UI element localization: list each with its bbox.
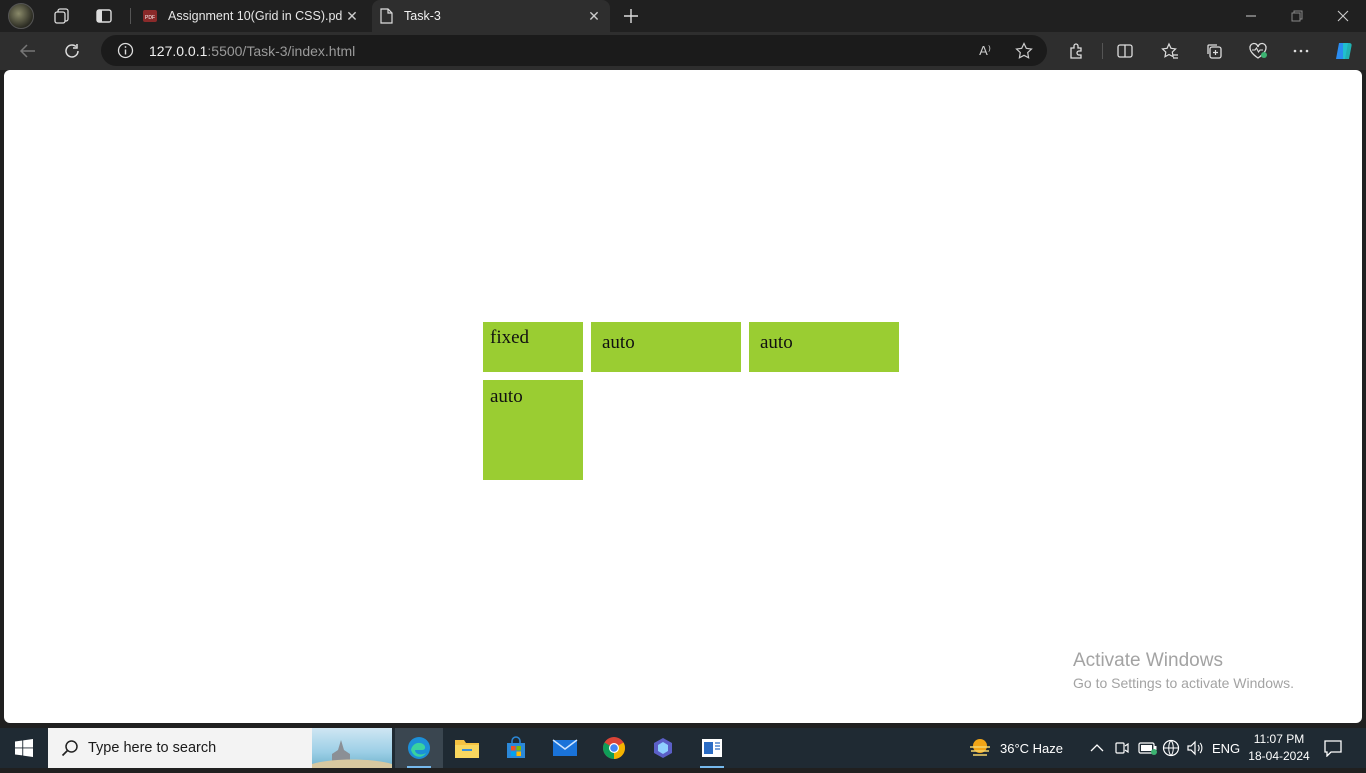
- more-options-icon[interactable]: [1290, 40, 1312, 62]
- tab-task-3[interactable]: Task-3 ✕: [372, 0, 610, 32]
- url-text[interactable]: 127.0.0.1:5500/Task-3/index.html: [149, 43, 355, 59]
- page-icon: [378, 8, 394, 24]
- start-button[interactable]: [0, 728, 48, 768]
- pdf-icon: PDF: [142, 8, 158, 24]
- restore-button[interactable]: [1274, 0, 1320, 32]
- tab-actions-icon[interactable]: [94, 6, 114, 26]
- copilot-icon[interactable]: [1332, 40, 1354, 62]
- collections-icon[interactable]: [1203, 40, 1225, 62]
- volume-icon[interactable]: [1186, 728, 1204, 768]
- notification-icon: [1324, 740, 1342, 757]
- chevron-up-icon: [1090, 744, 1104, 752]
- grid-item-fixed: fixed: [483, 322, 583, 372]
- minimize-button[interactable]: [1228, 0, 1274, 32]
- workspaces-icon[interactable]: [52, 6, 72, 26]
- toolbar-separator: [1102, 43, 1103, 59]
- url-path: :5500/Task-3/index.html: [207, 43, 356, 59]
- close-window-button[interactable]: [1320, 0, 1366, 32]
- taskbar-chrome[interactable]: [590, 728, 638, 768]
- weather-widget[interactable]: 36°C Haze: [968, 728, 1063, 768]
- taskbar-file-explorer[interactable]: [443, 728, 491, 768]
- site-info-icon[interactable]: [117, 42, 134, 59]
- taskbar-app[interactable]: [688, 728, 736, 768]
- address-bar[interactable]: 127.0.0.1:5500/Task-3/index.html A⁾: [101, 35, 1047, 66]
- file-explorer-icon: [455, 740, 479, 758]
- watermark-title: Activate Windows: [1073, 650, 1223, 671]
- meet-now-icon[interactable]: [1114, 728, 1130, 768]
- tab-separator: [130, 8, 131, 24]
- split-screen-icon[interactable]: [1114, 40, 1136, 62]
- taskbar-search-box[interactable]: Type here to search: [48, 728, 392, 768]
- watermark-subtitle: Go to Settings to activate Windows.: [1073, 675, 1294, 691]
- tab-title: Task-3: [404, 9, 441, 23]
- chrome-icon: [603, 737, 625, 759]
- svg-text:PDF: PDF: [145, 15, 155, 21]
- taskbar-store[interactable]: [492, 728, 540, 768]
- store-icon: [507, 736, 525, 758]
- grid-item-auto: auto: [483, 380, 583, 480]
- reload-button[interactable]: [57, 36, 87, 66]
- reload-icon: [65, 44, 79, 58]
- battery-icon[interactable]: [1138, 728, 1158, 768]
- activate-windows-watermark: Activate Windows Go to Settings to activ…: [1073, 650, 1294, 691]
- notification-center-button[interactable]: [1318, 736, 1348, 760]
- search-placeholder: Type here to search: [88, 740, 217, 756]
- grid-item-auto: auto: [591, 322, 741, 372]
- taskbar: Type here to search 36°C Haze ENG 11:07 …: [0, 728, 1366, 768]
- close-tab-icon[interactable]: ✕: [584, 6, 604, 26]
- weather-text: 36°C Haze: [1000, 740, 1064, 756]
- copilot-icon: [654, 738, 672, 758]
- avatar-icon: [8, 3, 34, 29]
- taskbar-copilot[interactable]: [639, 728, 687, 768]
- grid-item-auto: auto: [749, 322, 899, 372]
- network-icon[interactable]: [1162, 728, 1180, 768]
- back-arrow-icon: [19, 44, 35, 58]
- back-button[interactable]: [13, 36, 43, 66]
- tab-assignment-pdf[interactable]: PDF Assignment 10(Grid in CSS).pdf ✕: [136, 0, 368, 32]
- close-tab-icon[interactable]: ✕: [342, 6, 362, 26]
- new-tab-button[interactable]: [620, 5, 642, 27]
- edge-icon: [408, 737, 430, 759]
- clock-date: 18-04-2024: [1248, 749, 1310, 763]
- browser-toolbar: 127.0.0.1:5500/Task-3/index.html A⁾: [0, 32, 1366, 70]
- page-viewport: fixed auto auto auto Activate Windows Go…: [4, 70, 1362, 723]
- url-host: 127.0.0.1: [149, 43, 208, 59]
- favorites-icon[interactable]: [1159, 40, 1181, 62]
- mail-icon: [552, 739, 578, 756]
- windows-logo-icon: [15, 739, 33, 757]
- input-language[interactable]: ENG: [1212, 728, 1240, 768]
- tab-title: Assignment 10(Grid in CSS).pdf: [168, 9, 342, 23]
- search-highlight-image: [312, 728, 392, 768]
- browser-essentials-icon[interactable]: [1247, 40, 1269, 62]
- read-aloud-icon[interactable]: A⁾: [975, 41, 995, 61]
- app-icon: [702, 739, 722, 757]
- clock-time: 11:07 PM: [1253, 732, 1305, 746]
- tab-strip: PDF Assignment 10(Grid in CSS).pdf ✕ Tas…: [0, 0, 1366, 32]
- taskbar-edge[interactable]: [395, 728, 443, 768]
- show-hidden-icons-button[interactable]: [1090, 728, 1104, 768]
- profile-avatar[interactable]: [8, 3, 34, 29]
- haze-weather-icon: [970, 739, 990, 756]
- search-icon: [60, 738, 80, 758]
- system-clock[interactable]: 11:07 PM 18-04-2024: [1246, 731, 1312, 765]
- taskbar-mail[interactable]: [541, 728, 589, 768]
- extensions-icon[interactable]: [1066, 40, 1088, 62]
- favorite-star-icon[interactable]: [1014, 41, 1034, 61]
